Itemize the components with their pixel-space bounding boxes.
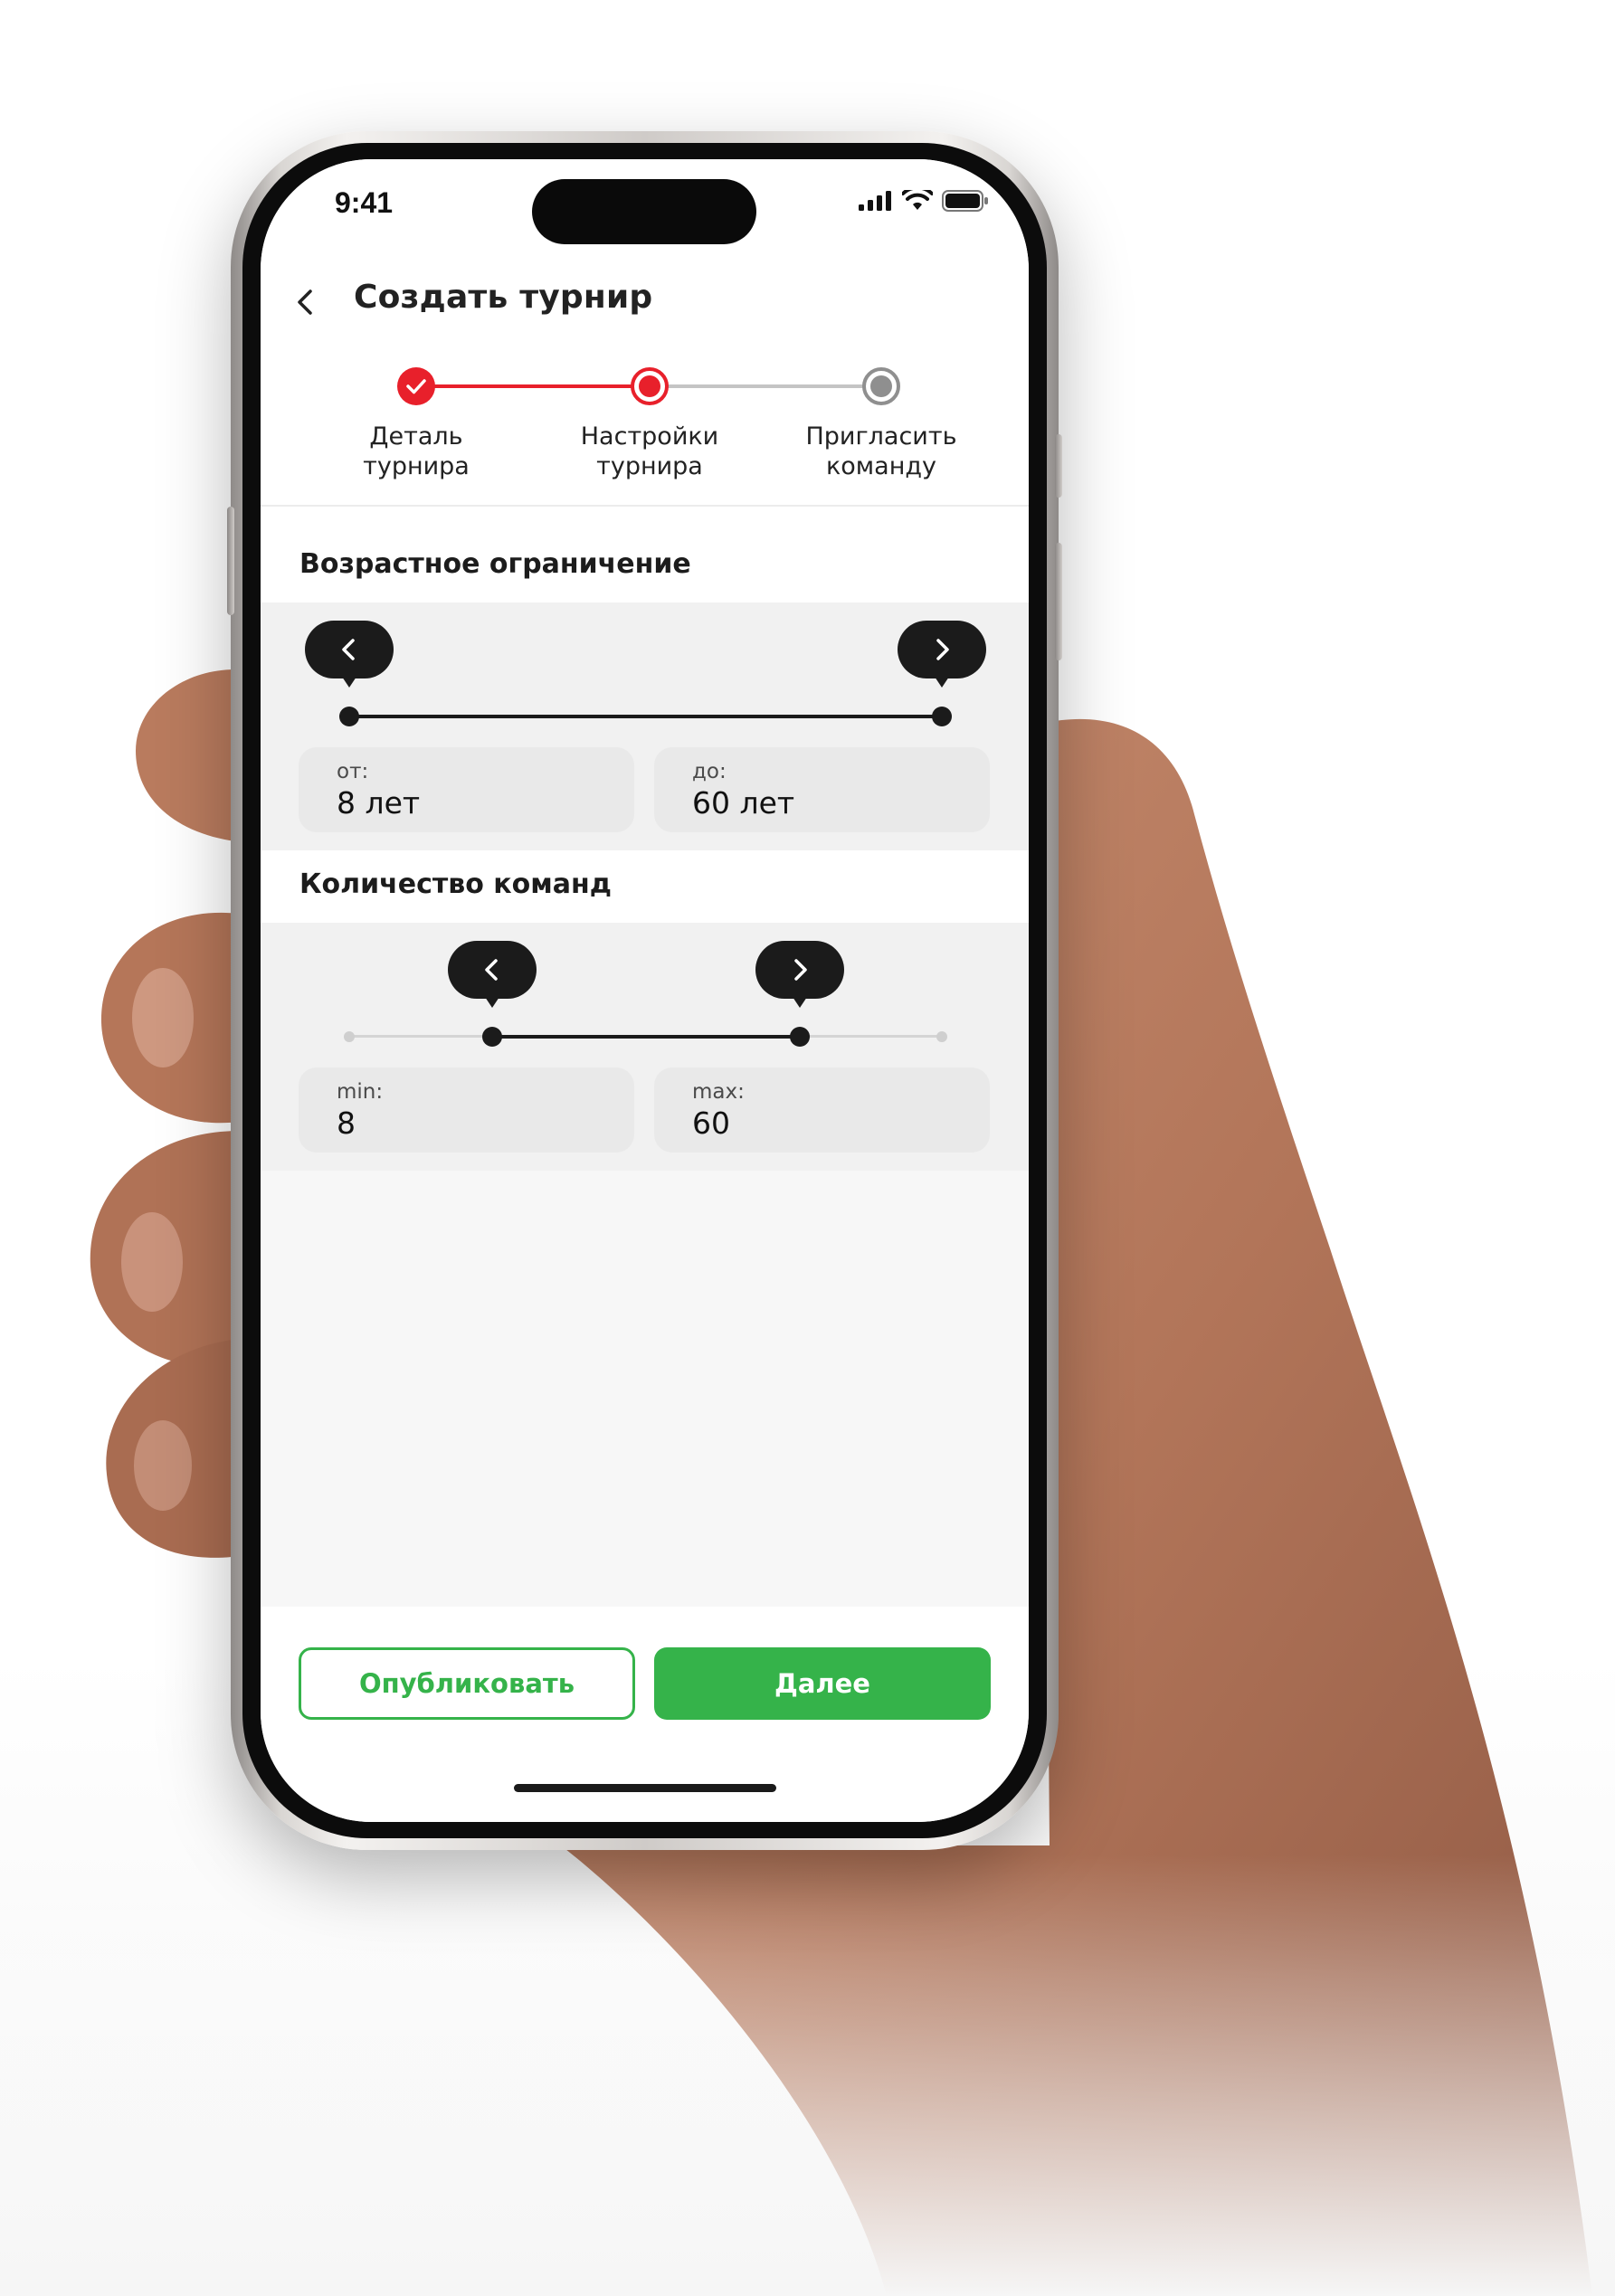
step-pending-inner: [870, 375, 892, 397]
stepper-line-done: [416, 384, 641, 388]
age-max-handle-bubble[interactable]: [898, 621, 986, 688]
step-label-invite[interactable]: Пригласить команду: [782, 422, 981, 481]
age-to-value: 60 лет: [692, 785, 795, 821]
teams-max-field[interactable]: max: 60: [654, 1067, 990, 1153]
teams-max-knob[interactable]: [790, 1027, 810, 1047]
teams-min-field[interactable]: min: 8: [299, 1067, 634, 1153]
status-icons: [859, 190, 989, 212]
phone-screen: 9:41 Создать турнир Деталь турнира Настр…: [261, 159, 1029, 1822]
teams-min-value: 8: [337, 1105, 356, 1141]
step-completed-icon[interactable]: [397, 367, 435, 405]
stepper-line-pending: [659, 384, 881, 388]
teams-track-end: [936, 1031, 947, 1042]
chevron-right-icon: [936, 639, 949, 660]
step-label-details[interactable]: Деталь турнира: [317, 422, 516, 481]
age-max-knob[interactable]: [932, 707, 952, 726]
age-from-field[interactable]: от: 8 лет: [299, 747, 634, 832]
status-time: 9:41: [335, 186, 394, 219]
teams-section-title: Количество команд: [299, 868, 612, 900]
dynamic-island: [532, 179, 756, 244]
chevron-right-icon: [794, 959, 807, 981]
age-range-track: [349, 715, 942, 718]
signal-icon: [859, 191, 891, 211]
teams-min-knob[interactable]: [482, 1027, 502, 1047]
teams-values-row: min: 8 max: 60: [261, 1057, 1029, 1171]
step-active-inner: [639, 375, 660, 397]
teams-max-handle-bubble[interactable]: [755, 941, 844, 1008]
publish-button[interactable]: Опубликовать: [299, 1647, 635, 1720]
teams-max-value: 60: [692, 1105, 730, 1141]
chevron-left-icon[interactable]: [288, 284, 324, 320]
phone-side-button: [1055, 434, 1062, 498]
home-indicator: [514, 1784, 776, 1792]
step-label-settings[interactable]: Настройки турнира: [550, 422, 749, 481]
step-pending-icon[interactable]: [862, 367, 900, 405]
teams-range-slider: [261, 923, 1029, 1057]
stepper: Деталь турнира Настройки турнира Приглас…: [261, 349, 1029, 507]
teams-max-caption: max:: [692, 1080, 745, 1104]
age-min-handle-bubble[interactable]: [305, 621, 394, 688]
next-button[interactable]: Далее: [654, 1647, 991, 1720]
age-min-knob[interactable]: [339, 707, 359, 726]
teams-min-handle-bubble[interactable]: [448, 941, 537, 1008]
battery-icon: [942, 190, 988, 212]
checkmark-icon: [406, 379, 426, 394]
age-values-row: от: 8 лет до: 60 лет: [261, 736, 1029, 850]
teams-track-start: [344, 1031, 355, 1042]
status-bar: 9:41: [261, 159, 1029, 250]
age-from-value: 8 лет: [337, 785, 421, 821]
age-range-slider: [261, 602, 1029, 736]
age-section-title-text: Возрастное ограничение: [299, 548, 691, 580]
phone-volume-button: [227, 507, 234, 615]
header: Создать турнир: [261, 250, 1029, 349]
page-title: Создать турнир: [354, 279, 653, 316]
teams-range-track: [492, 1035, 800, 1039]
age-to-field[interactable]: до: 60 лет: [654, 747, 990, 832]
bottom-action-bar: Опубликовать Далее: [261, 1607, 1029, 1822]
phone-side-button: [1055, 543, 1062, 660]
chevron-left-icon: [485, 959, 498, 981]
step-active-icon[interactable]: [631, 367, 669, 405]
teams-min-caption: min:: [337, 1080, 384, 1104]
wifi-icon: [902, 190, 933, 210]
age-from-caption: от:: [337, 760, 369, 783]
age-to-caption: до:: [692, 760, 727, 783]
chevron-left-icon: [342, 639, 355, 660]
